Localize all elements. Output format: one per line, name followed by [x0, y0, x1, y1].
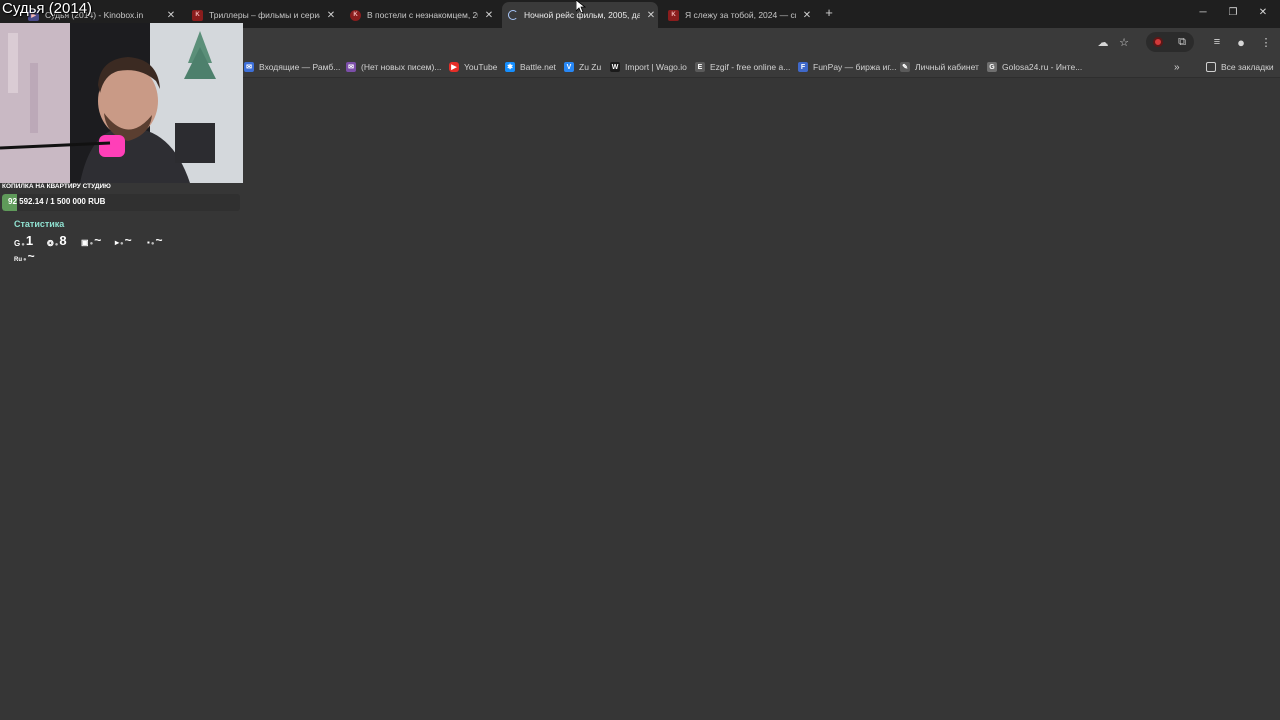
- bookmark-funpay[interactable]: F FunPay — биржа иг...: [798, 60, 897, 74]
- bookmark-label: Zu Zu: [579, 62, 602, 72]
- bookmark-golosa24[interactable]: G Golosa24.ru - Инте...: [987, 60, 1082, 74]
- close-window-button[interactable]: ✕: [1248, 4, 1278, 22]
- bookmark-label: Battle.net: [520, 62, 556, 72]
- bookmark-label: Личный кабинет: [915, 62, 979, 72]
- kinopoisk-icon: K: [668, 9, 679, 21]
- close-icon[interactable]: ✕: [800, 10, 814, 21]
- menu-icon[interactable]: ⋮: [1258, 34, 1274, 50]
- bookmark-youtube[interactable]: ▶ YouTube: [449, 60, 497, 74]
- stats-title: Статистика: [14, 219, 65, 229]
- stat-value: 1: [25, 233, 34, 248]
- bookmark-zuzu[interactable]: V Zu Zu: [564, 60, 601, 74]
- close-icon[interactable]: ✕: [164, 10, 178, 21]
- restore-button[interactable]: ❐: [1218, 4, 1248, 22]
- donation-progress-text: 92 592.14 / 1 500 000 RUB: [8, 197, 106, 206]
- wago-icon: W: [610, 62, 620, 72]
- mail-icon: ✉: [346, 62, 356, 72]
- cloud-save-icon[interactable]: ☁: [1095, 34, 1111, 50]
- bookmark-label: (Нет новых писем)...: [361, 62, 442, 72]
- tab-ya-slezhu[interactable]: K Я слежу за тобой, 2024 — смо ✕: [668, 4, 814, 26]
- new-tab-button[interactable]: +: [822, 5, 836, 20]
- mail-icon: ✉: [244, 62, 254, 72]
- profile-icon[interactable]: ●: [1233, 34, 1249, 50]
- stat-item: ❂ ● 8: [47, 233, 67, 248]
- bookmark-star-icon[interactable]: ☆: [1116, 34, 1132, 50]
- stat-item: ▸ ● ~: [115, 233, 132, 247]
- record-extension-icon[interactable]: [1150, 34, 1166, 50]
- golosa-icon: G: [987, 62, 997, 72]
- stat-value: 8: [59, 233, 67, 248]
- ezgif-icon: E: [695, 62, 705, 72]
- play-icon: ▸: [115, 238, 120, 247]
- pen-icon: ✎: [900, 62, 910, 72]
- youtube-icon: ▶: [449, 62, 459, 72]
- bookmark-label: FunPay — биржа иг...: [813, 62, 897, 72]
- tab-title: Триллеры – фильмы и сериал: [209, 10, 320, 20]
- bookmark-label: Golosa24.ru - Инте...: [1002, 62, 1083, 72]
- stat-value: ~: [27, 249, 35, 263]
- media-controls-icon[interactable]: ≡: [1209, 34, 1225, 50]
- bookmark-wago[interactable]: W Import | Wago.io: [610, 60, 687, 74]
- close-icon[interactable]: ✕: [644, 10, 658, 21]
- bookmark-mail[interactable]: ✉ (Нет новых писем)...: [346, 60, 441, 74]
- all-bookmarks-button[interactable]: Все закладки: [1206, 60, 1274, 74]
- rutube-icon: Ru: [14, 257, 22, 263]
- tv-icon: ▪: [147, 238, 150, 247]
- tab-v-posteli[interactable]: K В постели с незнакомцем, 20 ✕: [350, 4, 496, 26]
- stat-value: ~: [155, 233, 163, 247]
- all-bookmarks-label: Все закладки: [1221, 62, 1274, 72]
- chat-icon: ▣: [81, 238, 89, 247]
- donation-progress-bar: 92 592.14 / 1 500 000 RUB: [2, 194, 240, 211]
- stat-value: ~: [94, 233, 102, 247]
- bookmark-rambler[interactable]: ✉ Входящие — Рамб...: [244, 60, 340, 74]
- bookmark-label: Import | Wago.io: [625, 62, 687, 72]
- badge-icon: ❂: [47, 239, 54, 248]
- stat-item: ▪ ● ~: [147, 233, 163, 247]
- vk-icon: V: [564, 62, 574, 72]
- stat-item: G ● 1: [14, 233, 34, 248]
- close-icon[interactable]: ✕: [324, 10, 338, 21]
- battlenet-icon: ✱: [505, 62, 515, 72]
- kinopoisk-icon: K: [350, 9, 361, 21]
- folder-icon: [1206, 62, 1216, 72]
- minimize-button[interactable]: ─: [1188, 4, 1218, 22]
- donation-goal-label: КОПИЛКА НА КВАРТИРУ СТУДИЮ: [2, 183, 111, 190]
- g-icon: G: [14, 239, 21, 248]
- kinopoisk-icon: K: [192, 9, 203, 21]
- funpay-icon: F: [798, 62, 808, 72]
- mouse-cursor-icon: [575, 0, 587, 19]
- tab-title: В постели с незнакомцем, 20: [367, 10, 478, 20]
- bookmark-battlenet[interactable]: ✱ Battle.net: [505, 60, 556, 74]
- close-icon[interactable]: ✕: [482, 10, 496, 21]
- more-bookmarks-chevron-icon[interactable]: »: [1174, 60, 1180, 74]
- bookmark-ezgif[interactable]: E Ezgif - free online a...: [695, 60, 790, 74]
- loading-icon: [508, 10, 518, 20]
- stat-value: ~: [124, 233, 132, 247]
- bookmark-label: Ezgif - free online a...: [710, 62, 791, 72]
- bookmark-lichny-kabinet[interactable]: ✎ Личный кабинет: [900, 60, 979, 74]
- stat-item: ▣ ● ~: [81, 233, 102, 247]
- tab-title: Я слежу за тобой, 2024 — смо: [685, 10, 796, 20]
- stream-title: Судья (2014): [2, 0, 93, 17]
- puzzle-icon[interactable]: ⧉: [1174, 34, 1190, 50]
- bookmark-label: YouTube: [464, 62, 498, 72]
- stat-item: Ru ● ~: [14, 249, 35, 263]
- webcam-feed: [0, 23, 243, 183]
- bookmark-label: Входящие — Рамб...: [259, 62, 341, 72]
